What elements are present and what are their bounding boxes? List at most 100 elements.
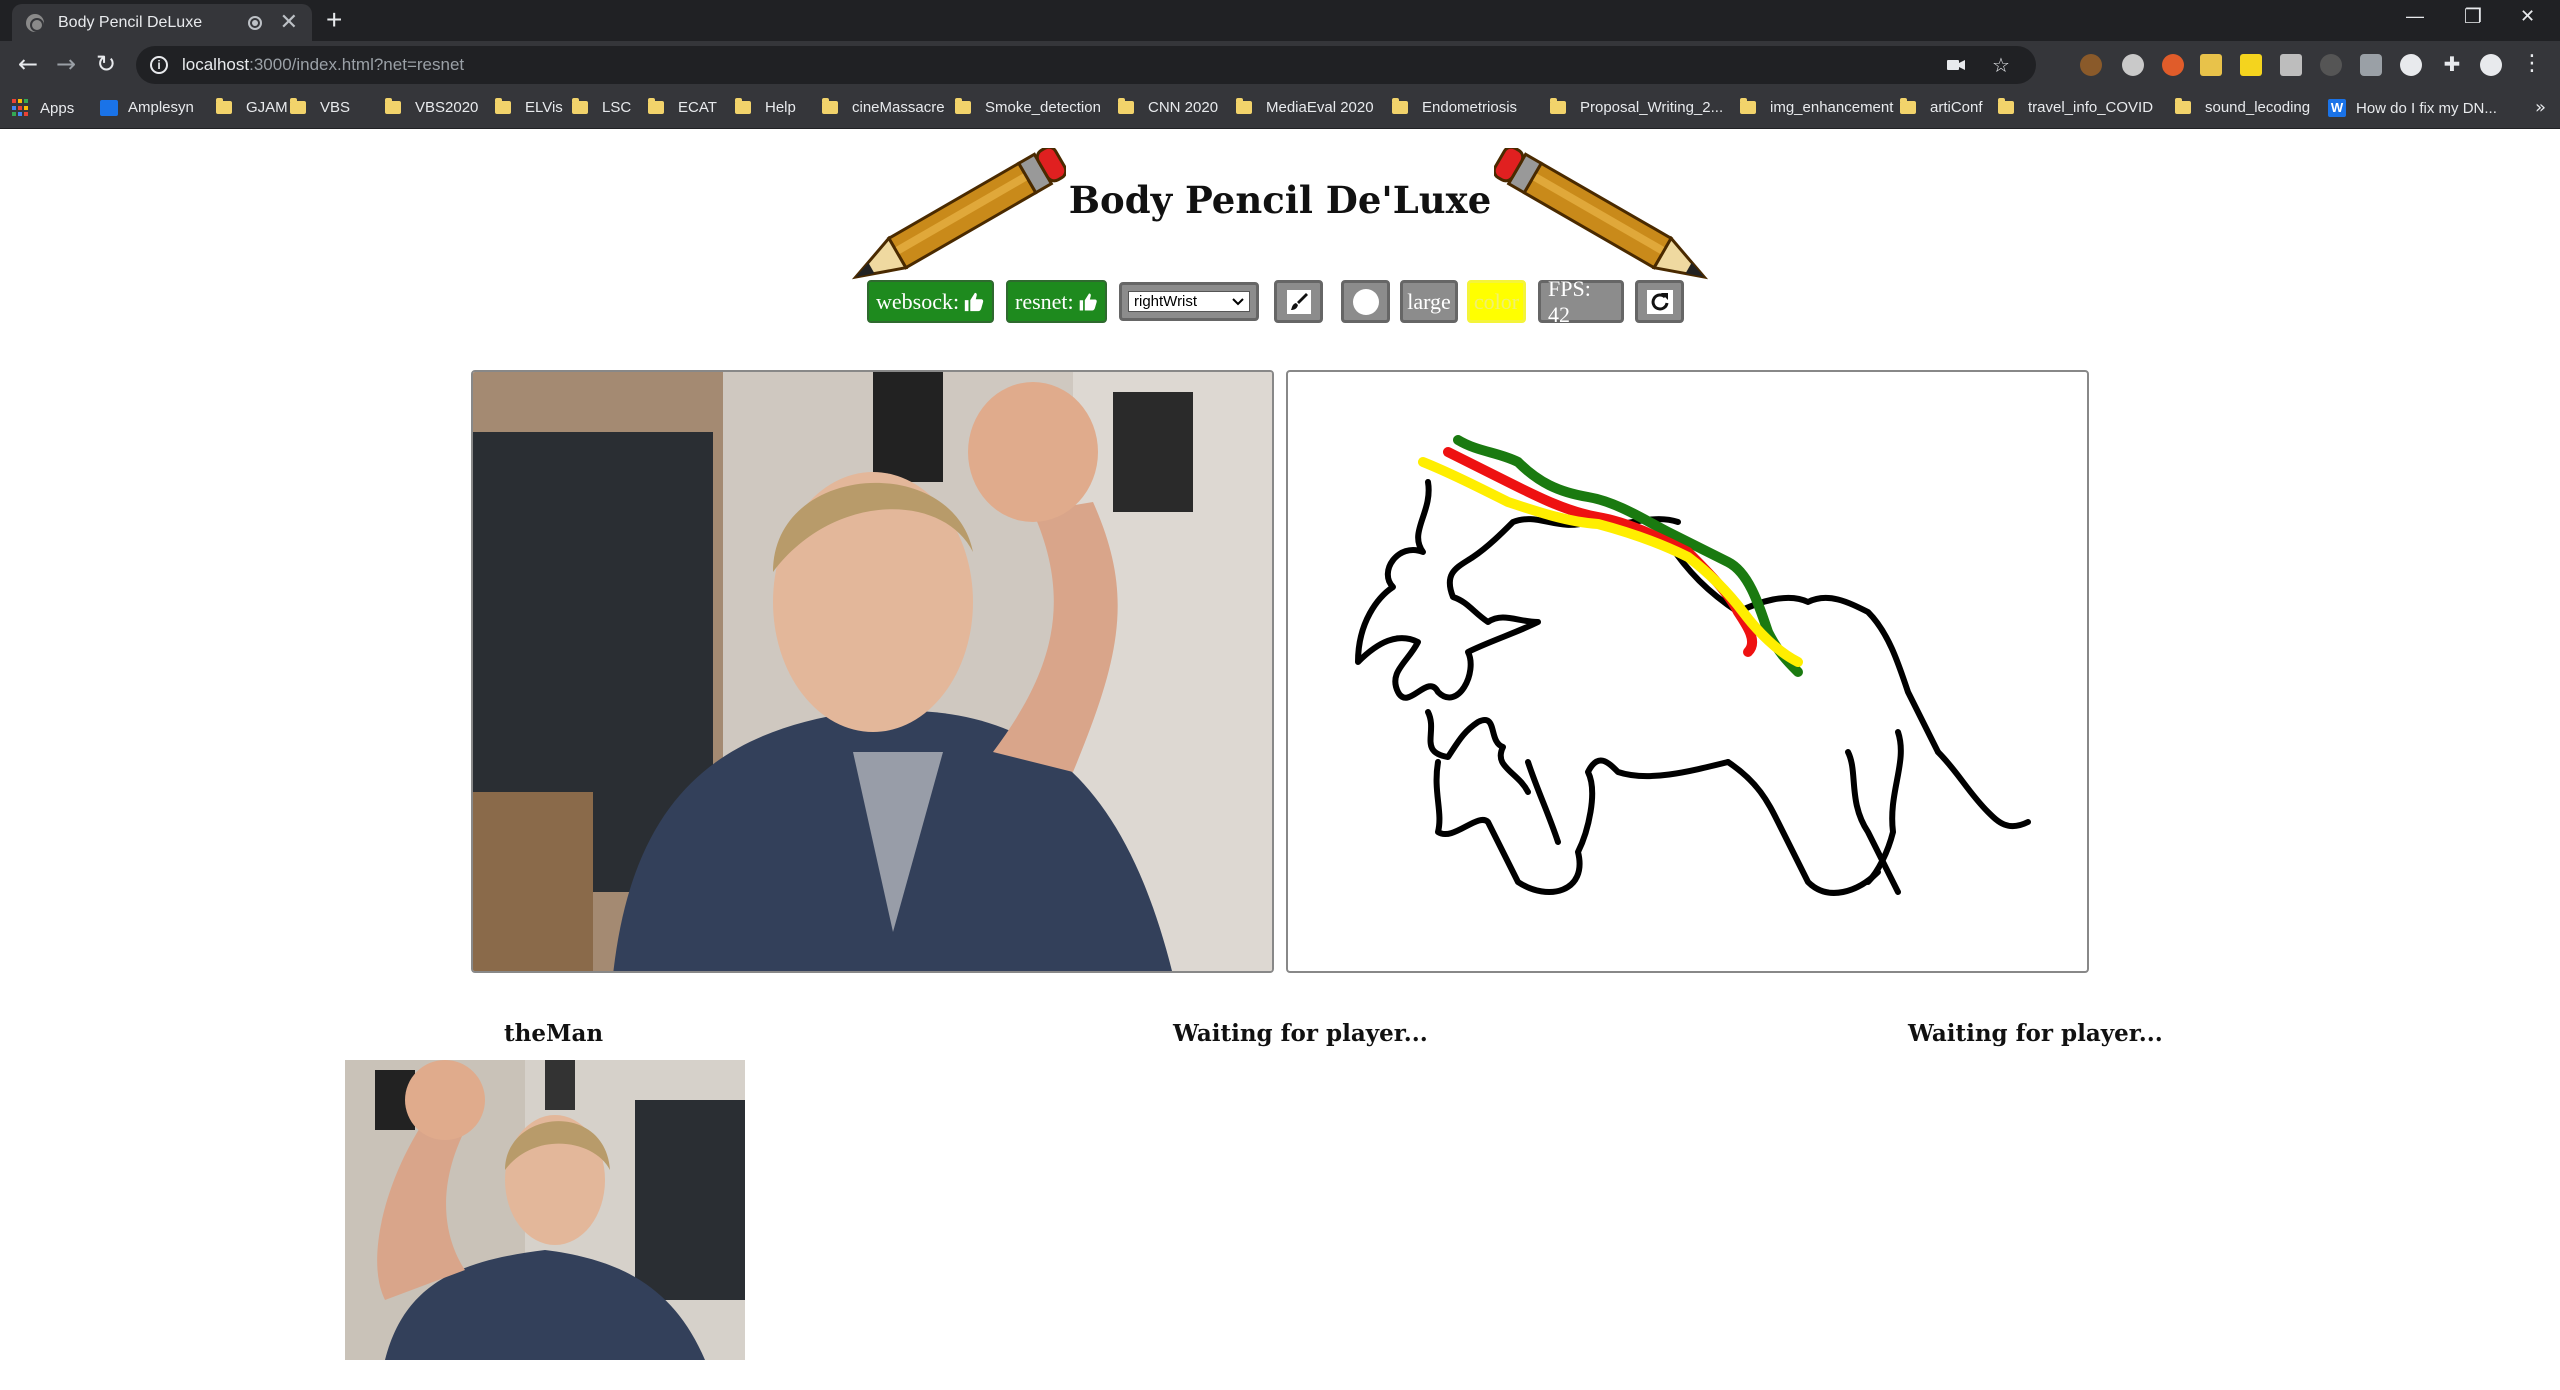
bookmark-item[interactable]: Smoke_detection	[955, 98, 1101, 116]
extension-icon[interactable]	[2122, 54, 2144, 76]
bookmark-item[interactable]: artiConf	[1900, 98, 1983, 116]
extension-icon[interactable]	[2162, 54, 2184, 76]
keypoint-select[interactable]: rightWrist	[1119, 282, 1259, 321]
bookmark-label: LSC	[602, 99, 632, 116]
outline-stroke	[1425, 709, 1531, 795]
drawing-canvas[interactable]	[1286, 370, 2089, 973]
extension-icon[interactable]	[2080, 54, 2102, 76]
extension-icon[interactable]	[2200, 54, 2222, 76]
bookmark-label: Amplesyn	[128, 99, 194, 116]
extension-icon[interactable]	[2360, 54, 2382, 76]
folder-icon	[1118, 98, 1134, 114]
bookmark-label: ELVis	[525, 99, 563, 116]
bookmark-item[interactable]: Help	[735, 98, 796, 116]
bookmark-label: CNN 2020	[1148, 99, 1219, 116]
bookmarks-bar: Apps Amplesyn GJAM VBS VBS2020 ELVis LSC ECAT He…	[0, 88, 2560, 129]
brush-icon	[1286, 289, 1311, 314]
url-host: localhost	[182, 55, 250, 74]
browser-toolbar: ← → ↻ i localhost:3000/index.html?net=re…	[0, 41, 2560, 88]
extension-icon[interactable]	[2280, 54, 2302, 76]
info-icon[interactable]: i	[150, 56, 168, 74]
puzzle-icon[interactable]: ✚	[2436, 48, 2468, 80]
menu-icon[interactable]: ⋮	[2516, 48, 2548, 80]
folder-icon	[822, 98, 838, 114]
brush-size-label: large	[1407, 288, 1451, 314]
folder-icon	[2175, 98, 2191, 114]
address-bar[interactable]: i localhost:3000/index.html?net=resnet ☆	[136, 46, 2036, 84]
fps-label: FPS: 42	[1548, 275, 1591, 327]
bookmark-item[interactable]: Amplesyn	[100, 99, 194, 116]
camera-icon[interactable]	[1946, 54, 1966, 80]
tab-strip: Body Pencil DeLuxe ✕ + — ❐ ✕	[0, 0, 2560, 41]
bookmark-item[interactable]: sound_lecoding	[2175, 98, 2310, 116]
extension-icon[interactable]	[2400, 54, 2422, 76]
reset-button[interactable]	[1635, 280, 1684, 323]
bookmark-item[interactable]: img_enhancement	[1740, 98, 1894, 116]
back-arrow-icon[interactable]: ←	[12, 48, 44, 80]
star-icon[interactable]: ☆	[1992, 54, 2010, 76]
folder-icon	[1900, 98, 1916, 114]
bookmark-item[interactable]: LSC	[572, 98, 632, 116]
browser-tab[interactable]: Body Pencil DeLuxe ✕	[12, 4, 312, 41]
player-name: theMan	[504, 1020, 604, 1047]
color-button[interactable]: color	[1467, 280, 1526, 323]
yellow-stroke	[1418, 457, 1803, 667]
folder-icon	[572, 98, 588, 114]
close-icon[interactable]: ✕	[2520, 6, 2535, 27]
forward-arrow-icon[interactable]: →	[50, 48, 82, 80]
drawing-strokes	[1355, 435, 2031, 896]
thumbs-up-icon	[964, 292, 984, 311]
outline-stroke	[1935, 749, 2031, 830]
page-title: Body Pencil De'Luxe	[1068, 178, 1492, 222]
tab-title: Body Pencil DeLuxe	[58, 13, 203, 31]
bookmark-item[interactable]: travel_info_COVID	[1998, 98, 2153, 116]
player-status: Waiting for player...	[1173, 1020, 1428, 1047]
folder-icon	[955, 98, 971, 114]
model-status: resnet:	[1006, 280, 1107, 323]
globe-icon	[26, 13, 44, 32]
bookmark-item[interactable]: ECAT	[648, 98, 717, 116]
bookmark-label: img_enhancement	[1770, 99, 1894, 116]
bookmark-item[interactable]: Apps	[12, 99, 74, 117]
bookmark-label: ECAT	[678, 99, 717, 116]
bookmarks-more-icon[interactable]: »	[2535, 97, 2546, 118]
model-label: resnet:	[1015, 288, 1074, 314]
extension-icon[interactable]	[2240, 54, 2262, 76]
bookmark-item[interactable]: VBS	[290, 98, 350, 116]
minimize-icon[interactable]: —	[2406, 6, 2424, 27]
webcam-frame	[473, 372, 1272, 971]
outline-stroke	[1865, 729, 1904, 885]
restore-icon[interactable]: ❐	[2464, 4, 2482, 29]
brush-shape-button[interactable]	[1341, 280, 1390, 323]
folder-icon	[648, 98, 664, 114]
bookmark-label: cineMassacre	[852, 99, 945, 116]
folder-icon	[216, 98, 232, 114]
bookmark-item[interactable]: Endometriosis	[1392, 98, 1517, 116]
reload-icon[interactable]: ↻	[90, 48, 122, 80]
bookmark-item[interactable]: W How do I fix my DN...	[2328, 99, 2497, 117]
bookmark-item[interactable]: VBS2020	[385, 98, 479, 116]
bookmark-label: Help	[765, 99, 796, 116]
refresh-icon	[1646, 289, 1673, 314]
bookmark-item[interactable]: Proposal_Writing_2...	[1550, 98, 1724, 116]
apps-grid-icon	[12, 99, 30, 117]
bookmark-item[interactable]: MediaEval 2020	[1236, 98, 1374, 116]
brush-button[interactable]	[1274, 280, 1323, 323]
profile-icon[interactable]	[2480, 54, 2502, 76]
bookmark-item[interactable]: CNN 2020	[1118, 98, 1219, 116]
bookmark-item[interactable]: ELVis	[495, 98, 563, 116]
extension-icon[interactable]	[2320, 54, 2342, 76]
player-status: Waiting for player...	[1908, 1020, 2163, 1047]
w-icon: W	[2328, 99, 2346, 117]
recording-icon	[247, 15, 262, 30]
folder-icon	[1550, 98, 1566, 114]
bookmark-label: artiConf	[1930, 99, 1983, 116]
thumbs-up-icon	[1079, 293, 1097, 310]
bookmark-label: VBS2020	[415, 99, 479, 116]
bookmark-label: Proposal_Writing_2...	[1580, 99, 1724, 116]
bookmark-item[interactable]: cineMassacre	[822, 98, 945, 116]
brush-size-button[interactable]: large	[1400, 280, 1458, 323]
new-tab-button[interactable]: +	[326, 6, 342, 34]
close-tab-icon[interactable]: ✕	[280, 11, 298, 34]
bookmark-item[interactable]: GJAM	[216, 98, 288, 116]
